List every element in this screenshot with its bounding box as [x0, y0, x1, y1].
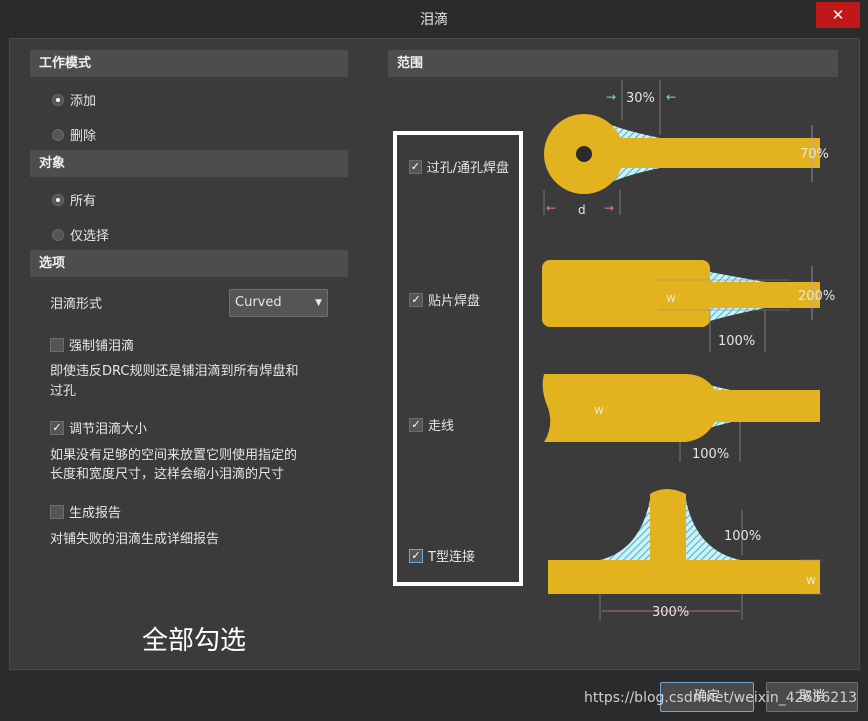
- checkbox-label: 调节泪滴大小: [69, 422, 148, 437]
- svg-text:←: ←: [546, 201, 556, 215]
- work-mode-header: 工作模式: [30, 50, 348, 77]
- radio-add[interactable]: 添加: [52, 90, 96, 109]
- annotation-note: 全部勾选: [142, 626, 247, 656]
- via-d-label: d: [578, 203, 586, 217]
- checkbox-box: ✓: [409, 292, 423, 307]
- smd-bottom-label: 100%: [718, 334, 755, 349]
- radio-dot: [52, 128, 64, 141]
- radio-label: 仅选择: [70, 229, 110, 244]
- watermark-text: https://blog.csdn.net/weixin_42656213: [584, 690, 858, 706]
- checkbox-box: [50, 337, 64, 352]
- radio-label: 添加: [70, 94, 97, 109]
- options-header: 选项: [30, 250, 348, 277]
- smd-right-label: 200%: [798, 289, 835, 304]
- checkbox-box: ✓: [409, 159, 422, 174]
- checkbox-label: T型连接: [428, 550, 475, 565]
- checkbox-label: 过孔/通孔焊盘: [426, 161, 509, 176]
- t-horizontal-track: [548, 560, 820, 594]
- via-top-label: 30%: [626, 91, 655, 106]
- radio-label: 删除: [70, 129, 97, 144]
- via-diagram: 30% → ← 70% ← → d: [543, 80, 829, 217]
- svg-text:←: ←: [666, 90, 676, 104]
- highlight-frame: [393, 131, 523, 586]
- adjust-size-checkbox[interactable]: ✓ 调节泪滴大小: [50, 418, 147, 437]
- title-bar: 泪滴 ✕: [0, 0, 868, 38]
- via-hole: [576, 146, 592, 162]
- force-desc-line1: 即使违反DRC规则还是铺泪滴到所有焊盘和: [50, 364, 299, 379]
- smd-diagram: w 200% 100%: [542, 260, 835, 352]
- t-right-label: 100%: [724, 529, 761, 544]
- checkbox-box: ✓: [50, 420, 64, 435]
- t-bottom-label: 300%: [652, 605, 689, 620]
- report-desc: 对铺失败的泪滴生成详细报告: [50, 532, 220, 547]
- adjust-desc-line2: 长度和宽度尺寸，这样会缩小泪滴的尺寸: [50, 467, 285, 482]
- checkbox-box: [50, 504, 64, 519]
- radio-remove[interactable]: 删除: [52, 125, 96, 144]
- radio-all[interactable]: 所有: [52, 190, 96, 209]
- teardrop-style-label: 泪滴形式: [50, 297, 103, 312]
- checkbox-label: 强制铺泪滴: [69, 339, 135, 354]
- svg-text:→: →: [604, 201, 614, 215]
- track-diagram: w 100%: [542, 374, 820, 462]
- radio-selected-only[interactable]: 仅选择: [52, 225, 109, 244]
- radio-dot: [52, 228, 64, 241]
- radio-dot: [52, 93, 64, 106]
- scope-header: 范围: [388, 50, 838, 77]
- scope-via-pad-checkbox[interactable]: ✓ 过孔/通孔焊盘: [409, 157, 509, 176]
- scope-smd-pad-checkbox[interactable]: ✓ 贴片焊盘: [409, 290, 480, 309]
- chevron-down-icon: ▼: [315, 298, 322, 308]
- generate-report-checkbox[interactable]: 生成报告: [50, 502, 121, 521]
- objects-header: 对象: [30, 150, 348, 177]
- t-w-label: w: [806, 573, 816, 587]
- t-vertical-track: [650, 489, 686, 560]
- window-title: 泪滴: [420, 12, 448, 28]
- adjust-desc-line1: 如果没有足够的空间来放置它则使用指定的: [50, 448, 298, 463]
- force-desc-line2: 过孔: [50, 384, 77, 399]
- via-track: [600, 138, 820, 168]
- checkbox-label: 走线: [428, 419, 455, 434]
- track-bottom-label: 100%: [692, 447, 729, 462]
- checkbox-box: ✓: [409, 548, 423, 563]
- t-junction-diagram: 100% w 300%: [548, 489, 822, 620]
- radio-label: 所有: [70, 194, 97, 209]
- track-shape: [542, 374, 820, 442]
- radio-dot: [52, 193, 64, 206]
- force-teardrops-checkbox[interactable]: 强制铺泪滴: [50, 335, 134, 354]
- checkbox-label: 贴片焊盘: [428, 294, 481, 309]
- via-right-label: 70%: [800, 147, 829, 162]
- scope-track-checkbox[interactable]: ✓ 走线: [409, 415, 454, 434]
- track-w-label: w: [594, 403, 604, 417]
- teardrop-diagrams: 30% → ← 70% ← → d w 200% 100% w 100% 100…: [542, 80, 835, 620]
- close-icon[interactable]: ✕: [816, 2, 860, 28]
- teardrop-style-value: Curved: [235, 295, 282, 310]
- checkbox-box: ✓: [409, 417, 423, 432]
- teardrop-style-select[interactable]: Curved ▼: [229, 289, 328, 317]
- checkbox-label: 生成报告: [69, 506, 122, 521]
- scope-t-junction-checkbox[interactable]: ✓ T型连接: [409, 546, 475, 565]
- svg-text:→: →: [606, 90, 616, 104]
- smd-track: [660, 282, 820, 308]
- smd-w-label: w: [666, 291, 676, 305]
